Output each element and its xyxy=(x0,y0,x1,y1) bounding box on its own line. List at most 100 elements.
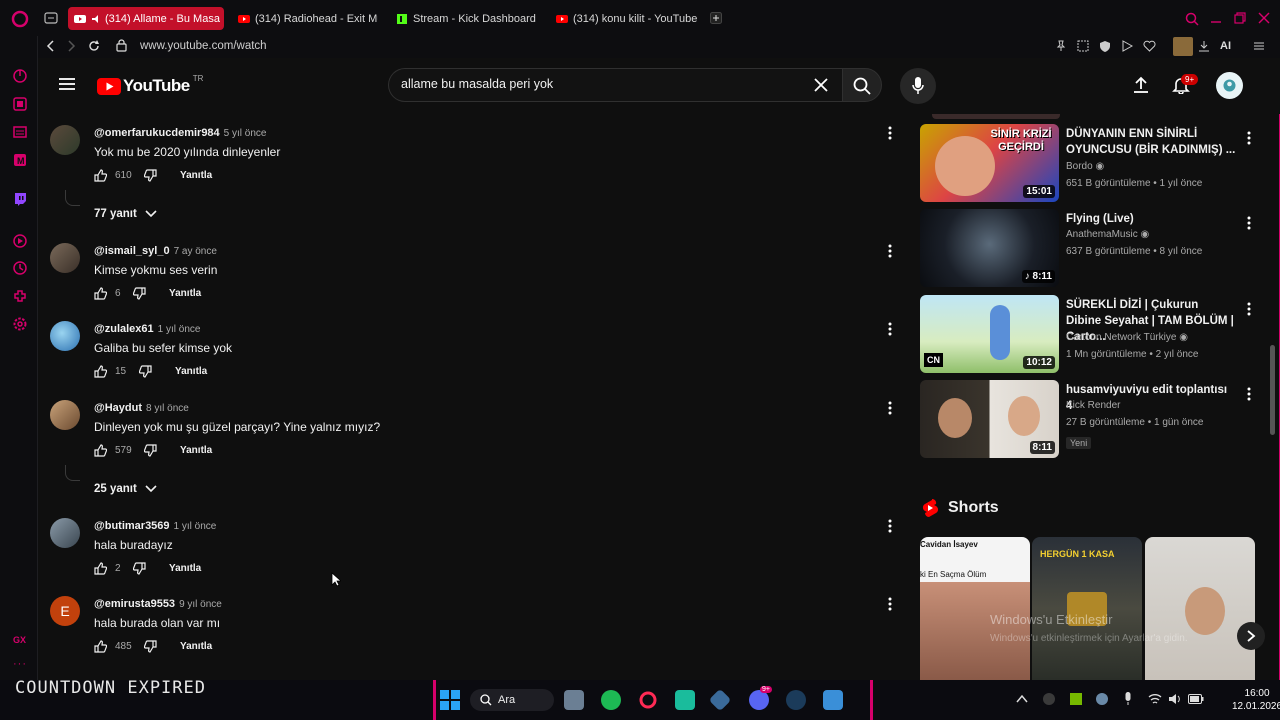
dislike-icon[interactable] xyxy=(133,286,146,300)
like-icon[interactable] xyxy=(94,639,107,653)
app-icon[interactable] xyxy=(823,690,843,710)
volume-icon[interactable] xyxy=(1168,693,1182,705)
nvidia-tray-icon[interactable] xyxy=(1070,693,1082,705)
dislike-icon[interactable] xyxy=(144,443,157,457)
like-icon[interactable] xyxy=(94,286,107,300)
video-more-icon[interactable] xyxy=(1246,301,1252,317)
spotify-icon[interactable] xyxy=(601,690,621,710)
view-replies-button[interactable]: 77 yanıt xyxy=(94,208,157,220)
avatar[interactable] xyxy=(50,400,80,430)
shield-icon[interactable] xyxy=(1099,40,1111,52)
video-title[interactable]: DÜNYANIN ENN SİNİRLİ OYUNCUSU (BİR KADIN… xyxy=(1066,126,1236,158)
tray-icon[interactable] xyxy=(1043,693,1055,705)
steam-tray-icon[interactable] xyxy=(1096,693,1108,705)
windows-start-icon[interactable] xyxy=(440,690,460,710)
related-video[interactable]: CN 10:12 SÜREKLİ DİZİ | Çukurun Dibine S… xyxy=(920,295,1260,373)
dislike-icon[interactable] xyxy=(139,364,152,378)
tab-kick[interactable]: Stream - Kick Dashboard xyxy=(390,7,540,30)
avatar[interactable] xyxy=(50,243,80,273)
video-channel[interactable]: Bordo ◉ xyxy=(1066,161,1104,172)
comment-author[interactable]: @zulalex61 1 yıl önce xyxy=(94,323,200,335)
avatar[interactable] xyxy=(50,321,80,351)
download-icon[interactable] xyxy=(1198,40,1210,52)
reply-button[interactable]: Yanıtla xyxy=(175,366,207,377)
hamburger-menu-icon[interactable] xyxy=(59,77,75,91)
like-icon[interactable] xyxy=(94,443,107,457)
reload-icon[interactable] xyxy=(88,40,100,52)
app-icon[interactable] xyxy=(675,690,695,710)
comment-author[interactable]: @emirusta9553 9 yıl önce xyxy=(94,598,222,610)
dislike-icon[interactable] xyxy=(133,561,146,575)
shorts-next-button[interactable] xyxy=(1237,622,1265,650)
file-explorer-icon[interactable] xyxy=(564,690,584,710)
maximize-icon[interactable] xyxy=(1234,12,1246,24)
reply-button[interactable]: Yanıtla xyxy=(169,563,201,574)
steam-icon[interactable] xyxy=(786,690,806,710)
comment-author[interactable]: @ismail_syl_0 7 ay önce xyxy=(94,245,217,257)
opera-gx-taskbar-icon[interactable] xyxy=(638,690,658,710)
close-window-icon[interactable] xyxy=(1258,12,1270,24)
avatar[interactable] xyxy=(50,518,80,548)
page-scrollbar[interactable] xyxy=(1270,345,1275,435)
video-channel[interactable]: Kick Render xyxy=(1066,400,1120,411)
comment-more-icon[interactable] xyxy=(886,596,894,612)
tray-chevron-up-icon[interactable] xyxy=(1016,694,1028,704)
forward-icon[interactable] xyxy=(66,40,76,52)
pin-icon[interactable] xyxy=(1055,40,1067,52)
like-icon[interactable] xyxy=(94,168,107,182)
settings-icon[interactable] xyxy=(12,316,28,332)
gx-corner-icon[interactable] xyxy=(12,96,28,112)
comment-more-icon[interactable] xyxy=(886,400,894,416)
more-icon[interactable]: ··· xyxy=(13,658,27,670)
comment-more-icon[interactable] xyxy=(886,243,894,259)
video-channel[interactable]: Cartoon Network Türkiye ◉ xyxy=(1066,332,1188,343)
back-icon[interactable] xyxy=(46,40,56,52)
video-thumbnail[interactable]: CN 10:12 xyxy=(920,295,1059,373)
like-icon[interactable] xyxy=(94,561,107,575)
voice-search-button[interactable] xyxy=(900,68,936,104)
search-input[interactable]: allame bu masalda peri yok xyxy=(401,77,553,91)
video-thumbnail[interactable]: 8:11 xyxy=(920,380,1059,458)
tab-allame[interactable]: (314) Allame - Bu Masa xyxy=(68,7,224,30)
opera-gx-logo-icon[interactable] xyxy=(11,10,29,28)
news-icon[interactable] xyxy=(12,124,28,140)
related-video[interactable]: SİNİR KRİZİ GEÇİRDİ 15:01 DÜNYANIN ENN S… xyxy=(920,124,1260,202)
gx-control-icon[interactable] xyxy=(12,68,28,84)
battery-icon[interactable] xyxy=(1188,694,1204,704)
video-title[interactable]: Flying (Live) xyxy=(1066,211,1236,227)
short-item[interactable]: Cavidan İsayev ki En Saçma Ölüm xyxy=(920,537,1030,680)
mic-tray-icon[interactable] xyxy=(1123,692,1133,706)
comment-author[interactable]: @Haydut 8 yıl önce xyxy=(94,402,189,414)
short-item[interactable] xyxy=(1145,537,1255,680)
new-tab-icon[interactable] xyxy=(710,12,722,24)
view-replies-button[interactable]: 25 yanıt xyxy=(94,483,157,495)
history-icon[interactable] xyxy=(12,260,28,276)
related-video[interactable]: ♪ 8:11 Flying (Live) AnathemaMusic ◉ 637… xyxy=(920,209,1260,287)
messenger-icon[interactable]: M xyxy=(12,152,28,168)
wifi-icon[interactable] xyxy=(1148,693,1162,705)
snapshot-icon[interactable] xyxy=(1077,40,1089,52)
video-thumbnail[interactable]: SİNİR KRİZİ GEÇİRDİ 15:01 xyxy=(920,124,1059,202)
video-channel[interactable]: AnathemaMusic ◉ xyxy=(1066,229,1149,240)
dislike-icon[interactable] xyxy=(144,168,157,182)
discord-icon[interactable] xyxy=(749,690,769,710)
youtube-logo[interactable]: YouTube TR xyxy=(97,74,203,96)
url-text[interactable]: www.youtube.com/watch xyxy=(140,40,267,52)
video-more-icon[interactable] xyxy=(1246,386,1252,402)
search-tabs-icon[interactable] xyxy=(1185,12,1199,26)
like-icon[interactable] xyxy=(94,364,107,378)
reply-button[interactable]: Yanıtla xyxy=(180,170,212,181)
tab-menu-icon[interactable] xyxy=(44,12,58,24)
comment-more-icon[interactable] xyxy=(886,321,894,337)
avatar[interactable] xyxy=(50,125,80,155)
clear-search-icon[interactable] xyxy=(814,78,828,92)
player-icon[interactable] xyxy=(12,233,28,249)
extensions-icon[interactable] xyxy=(12,288,28,304)
dislike-icon[interactable] xyxy=(144,639,157,653)
easy-setup-menu-icon[interactable] xyxy=(1253,40,1265,52)
video-more-icon[interactable] xyxy=(1246,215,1252,231)
heart-icon[interactable] xyxy=(1143,40,1156,52)
speaker-icon[interactable] xyxy=(91,14,101,24)
video-thumbnail[interactable]: ♪ 8:11 xyxy=(920,209,1059,287)
reply-button[interactable]: Yanıtla xyxy=(180,445,212,456)
